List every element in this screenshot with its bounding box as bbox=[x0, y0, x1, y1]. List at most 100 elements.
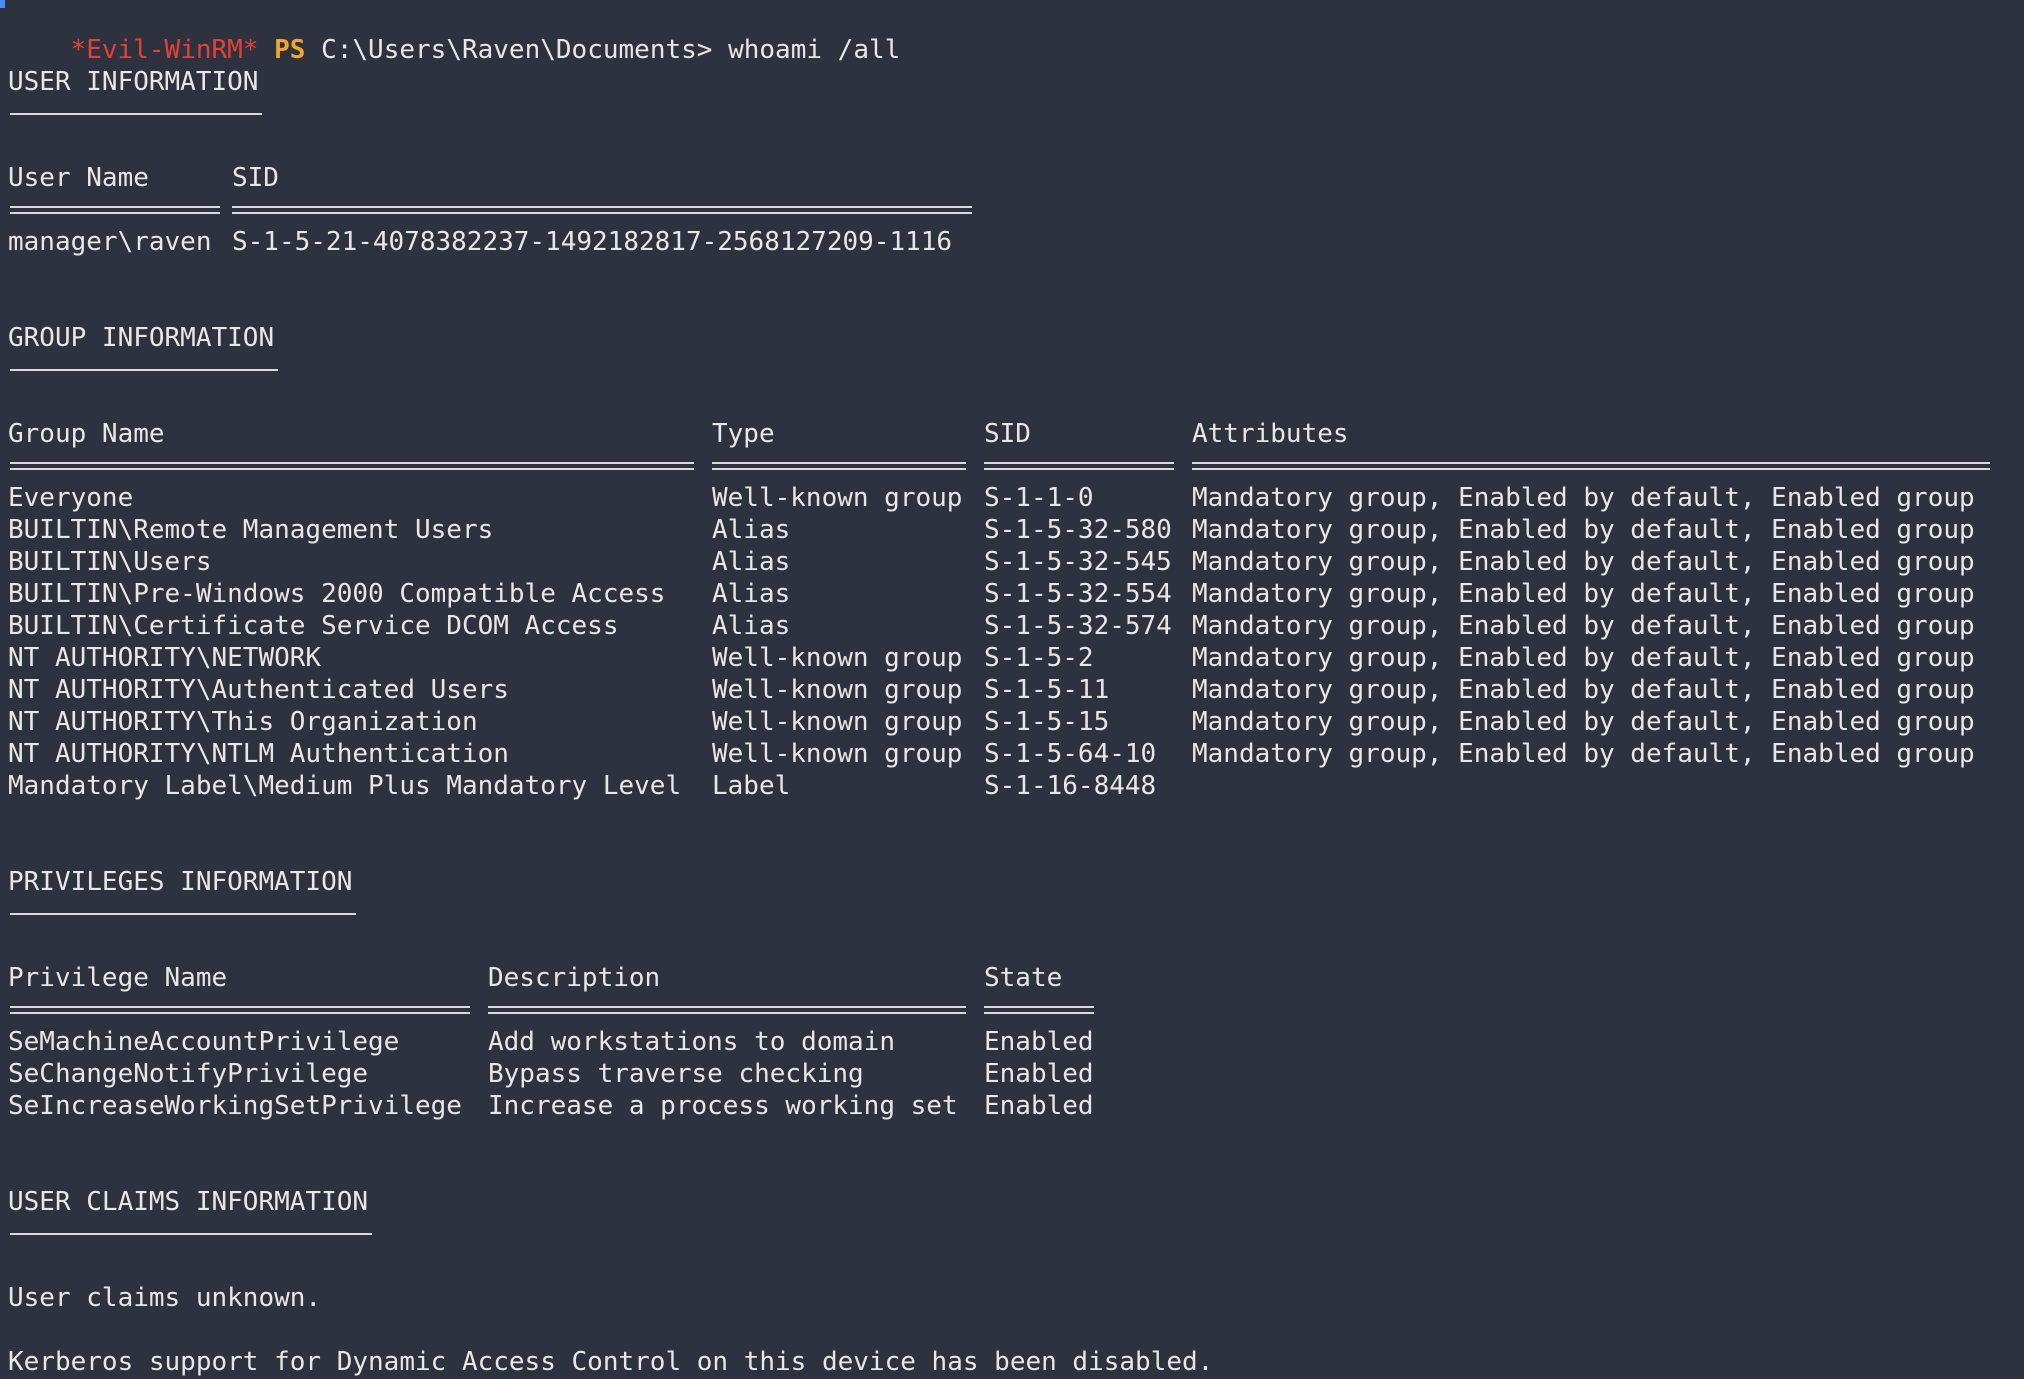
table-row: NT AUTHORITY\This Organization Well-know… bbox=[8, 706, 2008, 738]
group-sid: S-1-1-0 bbox=[984, 483, 1094, 513]
group-attributes: Mandatory group, Enabled by default, Ena… bbox=[1192, 707, 1975, 737]
user-name-value: manager\raven bbox=[8, 227, 212, 257]
group-type: Alias bbox=[712, 547, 791, 577]
user-sid-value: S-1-5-21-4078382237-1492182817-256812720… bbox=[232, 227, 953, 257]
type-column-rule bbox=[712, 462, 966, 470]
group-attributes: Mandatory group, Enabled by default, Ena… bbox=[1192, 515, 1975, 545]
header-user-name: User Name bbox=[8, 163, 149, 193]
group-name: NT AUTHORITY\Authenticated Users bbox=[8, 675, 509, 705]
privilege-state: Enabled bbox=[984, 1059, 1094, 1089]
privilege-state: Enabled bbox=[984, 1027, 1094, 1057]
claims-info-heading-underline bbox=[10, 1233, 372, 1235]
privilege-name-column-rule bbox=[10, 1006, 470, 1014]
privilege-name: SeMachineAccountPrivilege bbox=[8, 1027, 400, 1057]
group-attributes: Mandatory group, Enabled by default, Ena… bbox=[1192, 579, 1975, 609]
privileges-header-row: Privilege Name Description State bbox=[8, 962, 1208, 994]
terminal-cursor-marker bbox=[0, 0, 5, 8]
group-sid: S-1-5-32-574 bbox=[984, 611, 1172, 641]
header-group-sid: SID bbox=[984, 419, 1031, 449]
group-name: Mandatory Label\Medium Plus Mandatory Le… bbox=[8, 771, 682, 801]
group-name: BUILTIN\Pre-Windows 2000 Compatible Acce… bbox=[8, 579, 666, 609]
user-name-column-rule bbox=[10, 206, 220, 214]
group-type: Well-known group bbox=[712, 739, 963, 769]
group-name: BUILTIN\Certificate Service DCOM Access bbox=[8, 611, 619, 641]
table-row: NT AUTHORITY\NTLM Authentication Well-kn… bbox=[8, 738, 2008, 770]
group-sid: S-1-5-11 bbox=[984, 675, 1110, 705]
group-info-heading-underline bbox=[10, 369, 278, 371]
header-group-name: Group Name bbox=[8, 419, 165, 449]
group-sid: S-1-5-15 bbox=[984, 707, 1110, 737]
group-attributes: Mandatory group, Enabled by default, Ena… bbox=[1192, 547, 1975, 577]
table-row: NT AUTHORITY\NETWORK Well-known group S-… bbox=[8, 642, 2008, 674]
group-type: Alias bbox=[712, 515, 791, 545]
table-row: Everyone Well-known group S-1-1-0 Mandat… bbox=[8, 482, 2008, 514]
table-row: BUILTIN\Users Alias S-1-5-32-545 Mandato… bbox=[8, 546, 2008, 578]
table-row: BUILTIN\Pre-Windows 2000 Compatible Acce… bbox=[8, 578, 2008, 610]
header-privilege-name: Privilege Name bbox=[8, 963, 228, 993]
group-attributes: Mandatory group, Enabled by default, Ena… bbox=[1192, 675, 1975, 705]
ps-tag: PS bbox=[274, 35, 306, 65]
state-column-rule bbox=[984, 1006, 1094, 1014]
group-type: Label bbox=[712, 771, 791, 801]
group-attributes: Mandatory group, Enabled by default, Ena… bbox=[1192, 739, 1975, 769]
group-sid: S-1-5-32-580 bbox=[984, 515, 1172, 545]
sid-column-rule bbox=[232, 206, 972, 214]
user-info-heading: USER INFORMATION bbox=[8, 67, 259, 97]
privilege-description: Add workstations to domain bbox=[488, 1027, 895, 1057]
group-sid: S-1-5-64-10 bbox=[984, 739, 1157, 769]
table-row: SeIncreaseWorkingSetPrivilege Increase a… bbox=[8, 1090, 1208, 1122]
header-sid: SID bbox=[232, 163, 279, 193]
group-sid: S-1-5-2 bbox=[984, 643, 1094, 673]
group-sid: S-1-5-32-545 bbox=[984, 547, 1172, 577]
group-info-header-row: Group Name Type SID Attributes bbox=[8, 418, 2008, 450]
group-attributes: Mandatory group, Enabled by default, Ena… bbox=[1192, 611, 1975, 641]
table-row: NT AUTHORITY\Authenticated Users Well-kn… bbox=[8, 674, 2008, 706]
group-sid: S-1-16-8448 bbox=[984, 771, 1157, 801]
claims-text: User claims unknown. bbox=[8, 1283, 322, 1313]
prompt-path: C:\Users\Raven\Documents> bbox=[321, 35, 713, 65]
group-type: Well-known group bbox=[712, 643, 963, 673]
attributes-column-rule bbox=[1192, 462, 1990, 470]
user-info-heading-underline bbox=[10, 113, 262, 115]
privilege-state: Enabled bbox=[984, 1091, 1094, 1121]
table-row: Mandatory Label\Medium Plus Mandatory Le… bbox=[8, 770, 2008, 802]
header-type: Type bbox=[712, 419, 775, 449]
description-column-rule bbox=[488, 1006, 966, 1014]
privilege-name: SeChangeNotifyPrivilege bbox=[8, 1059, 369, 1089]
evil-winrm-tag: *Evil-WinRM* bbox=[70, 35, 259, 65]
group-name: NT AUTHORITY\This Organization bbox=[8, 707, 478, 737]
privilege-description: Increase a process working set bbox=[488, 1091, 958, 1121]
table-row: SeChangeNotifyPrivilege Bypass traverse … bbox=[8, 1058, 1208, 1090]
prompt-command: whoami /all bbox=[728, 35, 901, 65]
group-name: Everyone bbox=[8, 483, 134, 513]
privilege-description: Bypass traverse checking bbox=[488, 1059, 864, 1089]
group-name: NT AUTHORITY\NTLM Authentication bbox=[8, 739, 509, 769]
privileges-info-heading-underline bbox=[10, 913, 356, 915]
group-name-column-rule bbox=[10, 462, 694, 470]
group-name: BUILTIN\Users bbox=[8, 547, 212, 577]
group-attributes: Mandatory group, Enabled by default, Ena… bbox=[1192, 483, 1975, 513]
group-name: BUILTIN\Remote Management Users bbox=[8, 515, 494, 545]
privilege-name: SeIncreaseWorkingSetPrivilege bbox=[8, 1091, 462, 1121]
claims-info-heading: USER CLAIMS INFORMATION bbox=[8, 1187, 369, 1217]
header-attributes: Attributes bbox=[1192, 419, 1349, 449]
user-info-row: manager\raven S-1-5-21-4078382237-149218… bbox=[8, 226, 1008, 258]
group-type: Well-known group bbox=[712, 675, 963, 705]
command-prompt-line: *Evil-WinRM* PS C:\Users\Raven\Documents… bbox=[8, 2, 901, 65]
table-row: SeMachineAccountPrivilege Add workstatio… bbox=[8, 1026, 1208, 1058]
group-attributes: Mandatory group, Enabled by default, Ena… bbox=[1192, 643, 1975, 673]
group-sid: S-1-5-32-554 bbox=[984, 579, 1172, 609]
header-description: Description bbox=[488, 963, 661, 993]
group-type: Alias bbox=[712, 579, 791, 609]
group-type: Well-known group bbox=[712, 707, 963, 737]
kerberos-text: Kerberos support for Dynamic Access Cont… bbox=[8, 1347, 1214, 1377]
group-name: NT AUTHORITY\NETWORK bbox=[8, 643, 322, 673]
table-row: BUILTIN\Remote Management Users Alias S-… bbox=[8, 514, 2008, 546]
group-type: Well-known group bbox=[712, 483, 963, 513]
table-row: BUILTIN\Certificate Service DCOM Access … bbox=[8, 610, 2008, 642]
group-type: Alias bbox=[712, 611, 791, 641]
privileges-info-heading: PRIVILEGES INFORMATION bbox=[8, 867, 353, 897]
group-sid-column-rule bbox=[984, 462, 1174, 470]
user-info-header-row: User Name SID bbox=[8, 162, 1008, 194]
group-info-heading: GROUP INFORMATION bbox=[8, 323, 275, 353]
